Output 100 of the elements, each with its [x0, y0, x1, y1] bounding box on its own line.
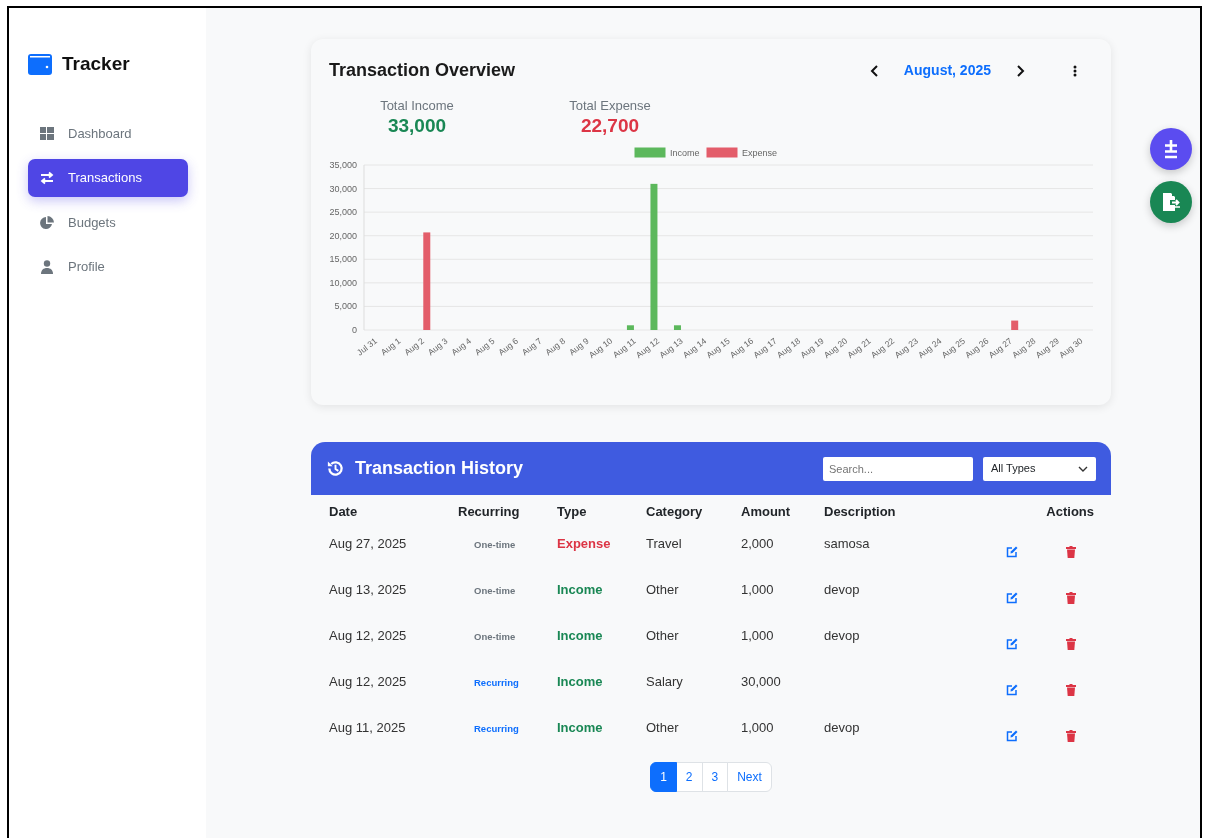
category-text: Other — [646, 627, 679, 643]
column-header: Amount — [740, 503, 792, 521]
category-text: Salary — [646, 673, 683, 689]
axis-tick-label: Aug 3 — [425, 336, 450, 358]
date-text: Aug 11, 2025 — [329, 719, 406, 735]
date-text: Aug 13, 2025 — [329, 581, 407, 597]
total-amount: 33,000 — [386, 115, 448, 137]
legend-item: Expense — [706, 147, 778, 159]
delete-button[interactable] — [1066, 729, 1076, 742]
column-header: Category — [645, 503, 704, 521]
amount-text: 1,000 — [741, 719, 774, 735]
axis-tick-label: 20,000 — [329, 231, 357, 242]
axis-tick-label: Aug 1 — [378, 336, 403, 358]
axis-tick-label: 30,000 — [329, 183, 357, 194]
history-icon — [326, 459, 345, 478]
axis-tick-label: Aug 4 — [449, 336, 474, 358]
column-header: Description — [823, 503, 897, 521]
more-button[interactable] — [1073, 64, 1077, 77]
page-link[interactable]: 2 — [675, 761, 703, 792]
axis-tick-label: Aug 9 — [566, 336, 591, 358]
column-header: Type — [556, 503, 588, 521]
description-text: devop — [824, 581, 860, 597]
legend-label: Expense — [742, 148, 778, 159]
recurrence-label: Recurring — [473, 721, 519, 736]
previous-button[interactable] — [869, 64, 880, 77]
column-header: Actions — [1045, 503, 1095, 521]
edit-button[interactable] — [1006, 637, 1018, 650]
sidebar-item[interactable]: Dashboard — [28, 114, 188, 153]
sidebar-item[interactable]: Transactions — [28, 159, 188, 197]
legend-item: Income — [634, 147, 700, 159]
category-text: Other — [646, 581, 679, 597]
amount-text: 1,000 — [741, 627, 774, 643]
edit-button[interactable] — [1006, 591, 1018, 604]
axis-tick-label: Aug 28 — [1010, 336, 1038, 361]
axis-tick-label: Aug 13 — [657, 336, 685, 361]
axis-tick-label: Jul 31 — [354, 336, 379, 358]
month-label: August, 2025 — [903, 61, 991, 80]
axis-tick-label: 5,000 — [334, 301, 357, 312]
user-icon — [40, 260, 54, 274]
amount-text: 2,000 — [741, 535, 774, 551]
chevron-down-icon — [1078, 465, 1088, 472]
next-button[interactable] — [1015, 64, 1025, 77]
axis-tick-label: Aug 23 — [892, 336, 920, 361]
page-link[interactable]: Next — [727, 761, 772, 792]
export-button[interactable] — [1150, 181, 1192, 223]
sidebar-item[interactable]: Budgets — [28, 203, 188, 242]
legend-label: Income — [670, 148, 700, 159]
delete-button[interactable] — [1066, 637, 1076, 650]
axis-tick-label: Aug 5 — [472, 336, 497, 358]
grid-icon — [40, 126, 54, 141]
recurrence-label: One-time — [473, 537, 516, 552]
date-text: Aug 12, 2025 — [329, 673, 407, 689]
edit-button[interactable] — [1006, 729, 1018, 742]
chart-bar — [673, 325, 681, 331]
axis-tick-label: 10,000 — [329, 278, 357, 289]
category-text: Other — [646, 719, 679, 735]
delete-button[interactable] — [1066, 591, 1076, 604]
axis-tick-label: Aug 7 — [519, 336, 544, 358]
card-title: Transaction History — [355, 457, 525, 480]
axis-tick-label: 15,000 — [329, 254, 357, 265]
type-label: Income — [557, 719, 603, 735]
type-filter-select[interactable]: All Types — [983, 456, 1096, 481]
axis-tick-label: 25,000 — [329, 207, 357, 218]
axis-tick-label: Aug 6 — [496, 336, 521, 358]
edit-button[interactable] — [1006, 683, 1018, 696]
total-amount: 22,700 — [579, 115, 641, 137]
category-text: Travel — [646, 535, 682, 551]
recurrence-label: One-time — [473, 583, 516, 598]
arrows-icon — [40, 171, 54, 185]
total-label: Total Expense — [568, 97, 652, 115]
amount-text: 1,000 — [741, 581, 774, 597]
recurrence-label: Recurring — [473, 675, 519, 690]
plus-minus-icon — [1162, 139, 1180, 159]
description-text: devop — [824, 719, 860, 735]
date-text: Aug 12, 2025 — [329, 627, 407, 643]
edit-button[interactable] — [1006, 545, 1018, 558]
total-label: Total Income — [379, 97, 455, 115]
add-button[interactable] — [1150, 128, 1192, 170]
axis-tick-label: 35,000 — [329, 160, 357, 171]
sidebar-item[interactable]: Profile — [28, 248, 188, 286]
column-header: Recurring — [457, 503, 521, 521]
type-label: Expense — [557, 535, 611, 551]
search-field[interactable]: Search... — [823, 456, 973, 481]
chart-bar — [626, 325, 634, 331]
axis-tick-label: Aug 8 — [543, 336, 568, 358]
delete-button[interactable] — [1066, 683, 1076, 696]
axis-tick-label: 0 — [352, 325, 357, 336]
type-label: Income — [557, 673, 603, 689]
description-text: samosa — [824, 535, 870, 551]
brand-name: Tracker — [62, 52, 130, 76]
description-text: devop — [824, 627, 860, 643]
delete-button[interactable] — [1066, 545, 1076, 558]
amount-text: 30,000 — [741, 673, 781, 689]
date-text: Aug 27, 2025 — [329, 535, 407, 551]
recurrence-label: One-time — [473, 629, 516, 644]
type-label: Income — [557, 581, 603, 597]
chart-bar — [1011, 320, 1019, 331]
page-link[interactable]: 1 — [650, 761, 677, 792]
pie-chart-icon — [40, 215, 54, 230]
axis-tick-label: Aug 18 — [774, 336, 803, 361]
